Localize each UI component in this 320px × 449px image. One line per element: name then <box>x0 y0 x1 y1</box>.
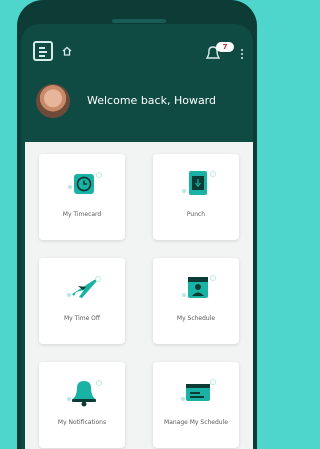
menu-line-icon <box>39 55 45 57</box>
dashboard-grid: My Timecard Punch My Time Off My Schedul… <box>25 142 253 449</box>
menu-line-icon <box>39 51 47 53</box>
tile-label: My Schedule <box>176 315 216 322</box>
tile-my-schedule[interactable]: My Schedule <box>153 258 239 344</box>
phone-speaker <box>112 19 166 23</box>
menu-button[interactable] <box>33 41 53 61</box>
welcome-message: Welcome back, Howard <box>87 94 216 107</box>
tile-my-notifications[interactable]: My Notifications <box>39 362 125 448</box>
clock-icon <box>68 172 102 194</box>
tile-label: My Notifications <box>57 419 107 426</box>
manage-schedule-icon <box>181 379 216 401</box>
tile-label: Manage My Schedule <box>164 419 228 426</box>
notification-badge: 7 <box>216 42 234 52</box>
schedule-icon <box>182 275 216 298</box>
menu-line-icon <box>39 47 45 49</box>
bell-icon <box>67 380 102 407</box>
tile-label: Punch <box>186 211 206 218</box>
welcome-section: Welcome back, Howard <box>21 84 253 126</box>
tile-my-timecard[interactable]: My Timecard <box>39 154 125 240</box>
phone-frame: 7 Welcome back, Howard My Timecard Punch… <box>17 0 257 449</box>
app-screen: 7 Welcome back, Howard My Timecard Punch… <box>21 24 253 449</box>
tile-manage-my-schedule[interactable]: Manage My Schedule <box>153 362 239 448</box>
tile-label: My Timecard <box>62 211 102 218</box>
avatar[interactable] <box>36 84 70 118</box>
top-bar: 7 <box>21 24 253 80</box>
home-icon[interactable] <box>62 46 72 56</box>
more-options-icon[interactable] <box>241 49 244 61</box>
tile-punch[interactable]: Punch <box>153 154 239 240</box>
punch-clock-icon <box>182 171 216 195</box>
airplane-icon <box>67 276 101 298</box>
tile-label: My Time Off <box>63 315 101 322</box>
tile-my-time-off[interactable]: My Time Off <box>39 258 125 344</box>
